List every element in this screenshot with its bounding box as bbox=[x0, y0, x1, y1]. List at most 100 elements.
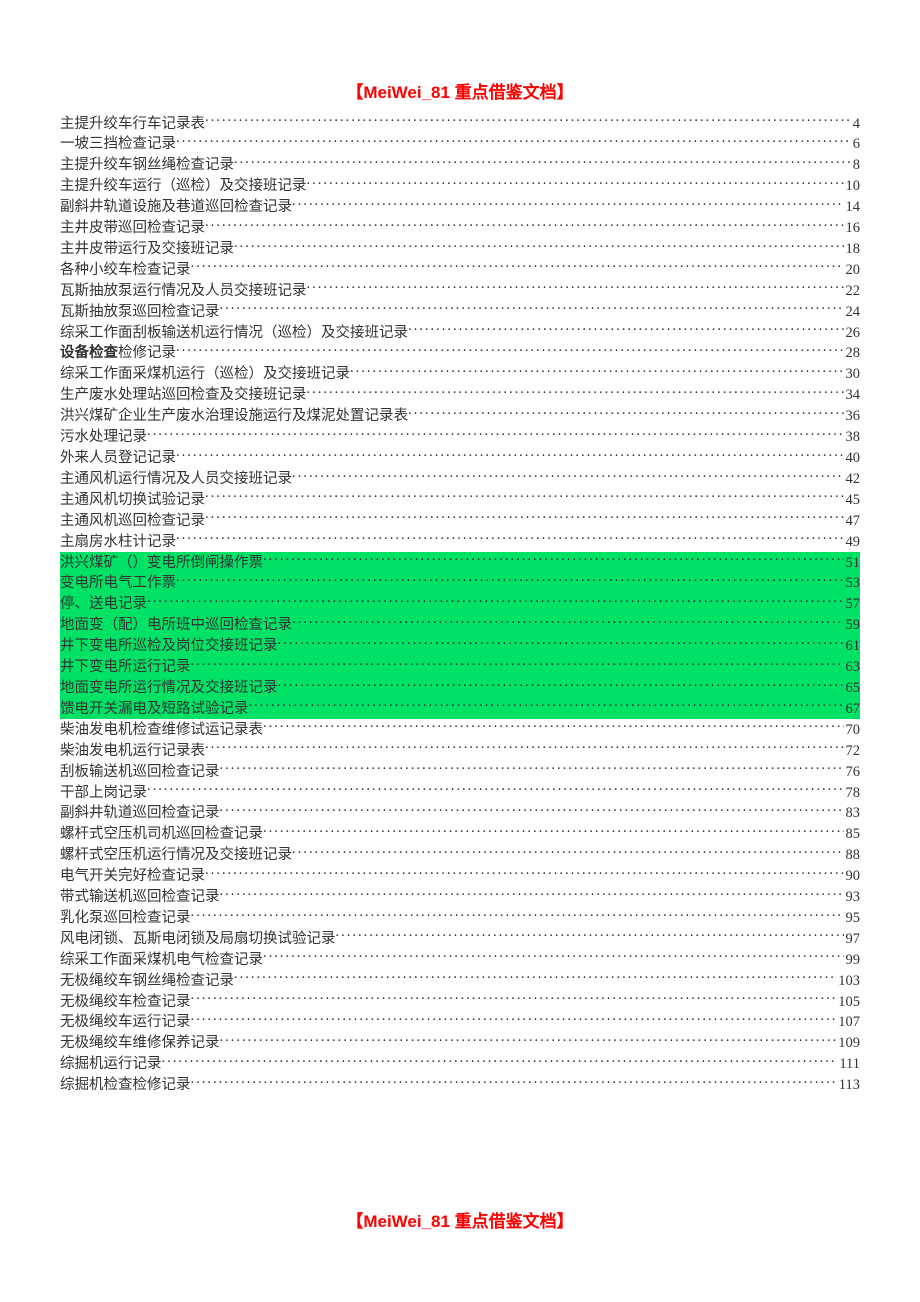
toc-entry-title: 设备检查检修记录 bbox=[60, 344, 176, 363]
toc-entry-page: 24 bbox=[844, 303, 861, 322]
toc-entry-title: 一坡三挡检查记录 bbox=[60, 135, 176, 154]
toc-entry[interactable]: 主提升绞车行车记录表4 bbox=[60, 113, 860, 134]
toc-entry[interactable]: 主井皮带运行及交接班记录18 bbox=[60, 238, 860, 259]
toc-dots-leader bbox=[220, 803, 844, 818]
toc-dots-leader bbox=[220, 887, 844, 902]
toc-entry-page: 61 bbox=[844, 637, 861, 656]
toc-entry[interactable]: 井下变电所运行记录63 bbox=[60, 657, 860, 678]
toc-entry[interactable]: 副斜井轨道设施及巷道巡回检查记录14 bbox=[60, 197, 860, 218]
toc-entry-title: 瓦斯抽放泵巡回检查记录 bbox=[60, 303, 220, 322]
toc-entry-page: 26 bbox=[844, 324, 861, 343]
toc-entry-page: 45 bbox=[844, 491, 861, 510]
toc-entry-page: 113 bbox=[837, 1076, 860, 1095]
toc-entry-title: 综采工作面采煤机电气检查记录 bbox=[60, 951, 263, 970]
toc-dots-leader bbox=[191, 991, 837, 1006]
toc-entry[interactable]: 外来人员登记记录40 bbox=[60, 448, 860, 469]
toc-dots-leader bbox=[220, 301, 844, 316]
toc-entry[interactable]: 主井皮带巡回检查记录16 bbox=[60, 218, 860, 239]
toc-entry[interactable]: 综掘机运行记录111 bbox=[60, 1054, 860, 1075]
toc-entry[interactable]: 无极绳绞车维修保养记录109 bbox=[60, 1033, 860, 1054]
toc-entry[interactable]: 综采工作面刮板输送机运行情况（巡检）及交接班记录26 bbox=[60, 322, 860, 343]
toc-entry-page: 40 bbox=[844, 449, 861, 468]
toc-entry-page: 22 bbox=[844, 282, 861, 301]
toc-dots-leader bbox=[234, 238, 844, 253]
table-of-contents: 主提升绞车行车记录表4一坡三挡检查记录6主提升绞车钢丝绳检查记录8主提升绞车运行… bbox=[60, 113, 860, 1096]
toc-entry[interactable]: 螺杆式空压机运行情况及交接班记录88 bbox=[60, 845, 860, 866]
toc-entry-title: 地面变电所运行情况及交接班记录 bbox=[60, 679, 278, 698]
toc-entry-page: 28 bbox=[844, 344, 861, 363]
toc-entry[interactable]: 停、送电记录 57 bbox=[60, 594, 860, 615]
toc-dots-leader bbox=[350, 364, 844, 379]
toc-entry[interactable]: 瓦斯抽放泵运行情况及人员交接班记录22 bbox=[60, 280, 860, 301]
toc-entry[interactable]: 瓦斯抽放泵巡回检查记录 24 bbox=[60, 301, 860, 322]
toc-entry[interactable]: 变电所电气工作票53 bbox=[60, 573, 860, 594]
toc-dots-leader bbox=[176, 448, 844, 463]
toc-dots-leader bbox=[307, 280, 844, 295]
toc-entry-title: 洪兴煤矿（）变电所倒闸操作票 bbox=[60, 554, 263, 573]
toc-entry[interactable]: 柴油发电机运行记录表72 bbox=[60, 740, 860, 761]
toc-entry[interactable]: 主通风机运行情况及人员交接班记录42 bbox=[60, 468, 860, 489]
toc-entry[interactable]: 设备检查检修记录 28 bbox=[60, 343, 860, 364]
toc-entry-title: 副斜井轨道设施及巷道巡回检查记录 bbox=[60, 198, 292, 217]
toc-entry-page: 88 bbox=[844, 846, 861, 865]
toc-entry[interactable]: 螺杆式空压机司机巡回检查记录85 bbox=[60, 824, 860, 845]
toc-entry-page: 57 bbox=[844, 595, 861, 614]
toc-entry-title: 主通风机巡回检查记录 bbox=[60, 512, 205, 531]
toc-entry[interactable]: 风电闭锁、瓦斯电闭锁及局扇切换试验记录97 bbox=[60, 928, 860, 949]
toc-entry[interactable]: 一坡三挡检查记录6 bbox=[60, 134, 860, 155]
toc-entry[interactable]: 污水处理记录38 bbox=[60, 427, 860, 448]
toc-dots-leader bbox=[205, 510, 844, 525]
toc-dots-leader bbox=[191, 259, 844, 274]
toc-dots-leader bbox=[191, 907, 844, 922]
toc-entry[interactable]: 乳化泵巡回检查记录95 bbox=[60, 907, 860, 928]
toc-entry[interactable]: 带式输送机巡回检查记录93 bbox=[60, 887, 860, 908]
toc-entry[interactable]: 主提升绞车钢丝绳检查记录8 bbox=[60, 155, 860, 176]
toc-dots-leader bbox=[336, 928, 844, 943]
toc-entry-title: 地面变（配）电所班中巡回检查记录 bbox=[60, 616, 292, 635]
toc-entry-page: 47 bbox=[844, 512, 861, 531]
toc-entry-page: 42 bbox=[844, 470, 861, 489]
toc-dots-leader bbox=[191, 657, 844, 672]
toc-dots-leader bbox=[191, 1075, 837, 1090]
toc-entry[interactable]: 主提升绞车运行（巡检）及交接班记录10 bbox=[60, 176, 860, 197]
toc-entry-title: 主扇房水柱计记录 bbox=[60, 533, 176, 552]
toc-entry-title: 刮板输送机巡回检查记录 bbox=[60, 763, 220, 782]
toc-entry-title: 停、送电记录 bbox=[60, 595, 147, 614]
toc-entry[interactable]: 无极绳绞车检查记录105 bbox=[60, 991, 860, 1012]
toc-entry-title: 主井皮带运行及交接班记录 bbox=[60, 240, 234, 259]
toc-entry[interactable]: 综采工作面采煤机电气检查记录99 bbox=[60, 949, 860, 970]
toc-entry[interactable]: 无极绳绞车运行记录107 bbox=[60, 1012, 860, 1033]
toc-entry-page: 34 bbox=[844, 386, 861, 405]
toc-entry-page: 8 bbox=[851, 156, 860, 175]
toc-entry[interactable]: 柴油发电机检查维修试运记录表70 bbox=[60, 719, 860, 740]
toc-dots-leader bbox=[191, 1012, 837, 1027]
toc-entry[interactable]: 井下变电所巡检及岗位交接班记录61 bbox=[60, 636, 860, 657]
toc-entry[interactable]: 地面变电所运行情况及交接班记录65 bbox=[60, 677, 860, 698]
toc-entry[interactable]: 地面变（配）电所班中巡回检查记录 59 bbox=[60, 615, 860, 636]
toc-dots-leader bbox=[147, 427, 844, 442]
toc-entry[interactable]: 洪兴煤矿（）变电所倒闸操作票51 bbox=[60, 552, 860, 573]
toc-entry-title: 井下变电所运行记录 bbox=[60, 658, 191, 677]
toc-entry[interactable]: 电气开关完好检查记录90 bbox=[60, 866, 860, 887]
toc-entry[interactable]: 综采工作面采煤机运行（巡检）及交接班记录30 bbox=[60, 364, 860, 385]
toc-entry[interactable]: 各种小绞车检查记录 20 bbox=[60, 259, 860, 280]
toc-entry[interactable]: 副斜井轨道巡回检查记录83 bbox=[60, 803, 860, 824]
toc-entry[interactable]: 洪兴煤矿企业生产废水治理设施运行及煤泥处置记录表36 bbox=[60, 406, 860, 427]
toc-entry[interactable]: 主通风机切换试验记录45 bbox=[60, 489, 860, 510]
toc-dots-leader bbox=[220, 761, 844, 776]
toc-dots-leader bbox=[263, 552, 844, 567]
toc-entry[interactable]: 刮板输送机巡回检查记录76 bbox=[60, 761, 860, 782]
toc-entry-page: 59 bbox=[844, 616, 861, 635]
toc-entry[interactable]: 主通风机巡回检查记录 47 bbox=[60, 510, 860, 531]
toc-entry-title: 洪兴煤矿企业生产废水治理设施运行及煤泥处置记录表 bbox=[60, 407, 408, 426]
toc-entry-page: 109 bbox=[836, 1034, 860, 1053]
toc-entry-page: 20 bbox=[844, 261, 861, 280]
toc-entry[interactable]: 馈电开关漏电及短路试验记录67 bbox=[60, 698, 860, 719]
toc-entry[interactable]: 无极绳绞车钢丝绳检查记录103 bbox=[60, 970, 860, 991]
toc-entry[interactable]: 主扇房水柱计记录49 bbox=[60, 531, 860, 552]
toc-entry[interactable]: 生产废水处理站巡回检查及交接班记录34 bbox=[60, 385, 860, 406]
toc-entry-title: 各种小绞车检查记录 bbox=[60, 261, 191, 280]
toc-entry[interactable]: 干部上岗记录78 bbox=[60, 782, 860, 803]
toc-dots-leader bbox=[234, 970, 836, 985]
toc-entry[interactable]: 综掘机检查检修记录113 bbox=[60, 1075, 860, 1096]
